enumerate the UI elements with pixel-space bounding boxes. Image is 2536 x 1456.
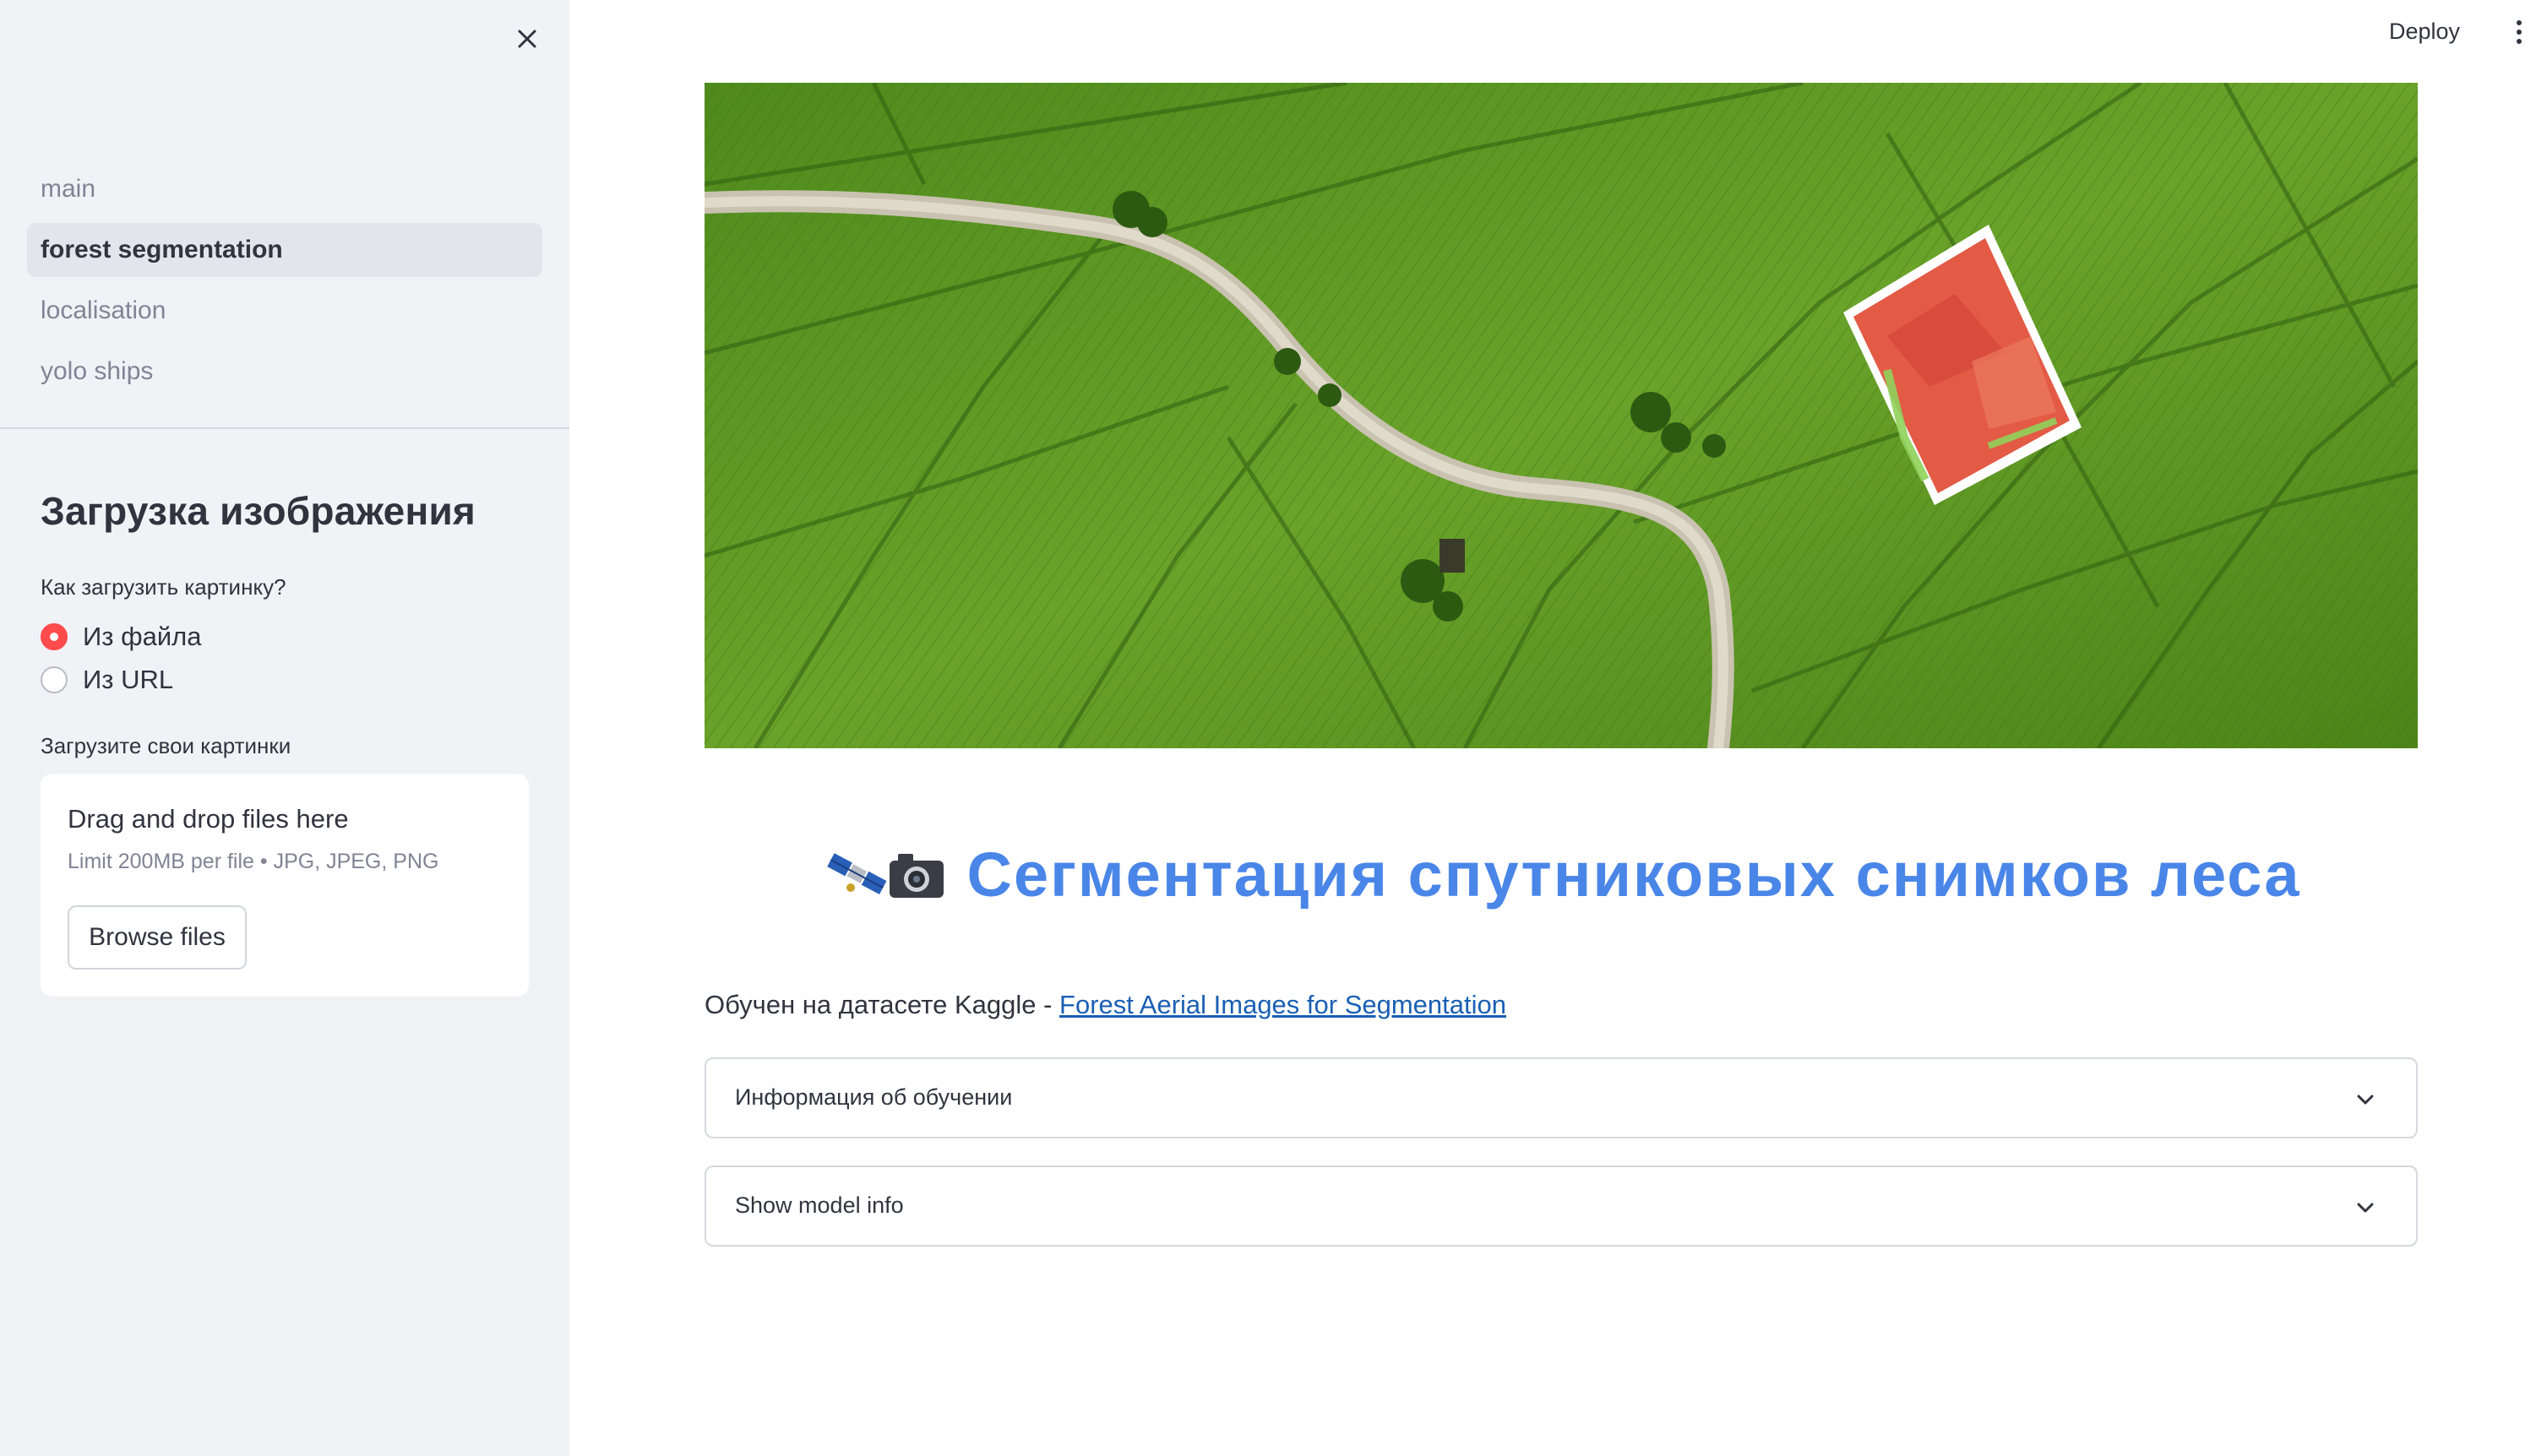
main-menu-icon[interactable] xyxy=(2514,20,2524,51)
radio-from-file[interactable]: Из файла xyxy=(41,620,202,654)
dropzone-title: Drag and drop files here xyxy=(68,804,349,834)
file-dropzone[interactable]: Drag and drop files here Limit 200MB per… xyxy=(41,774,529,997)
training-info-expander[interactable]: Информация об обучении xyxy=(705,1057,2418,1138)
radio-from-url-label: Из URL xyxy=(83,665,174,694)
chevron-down-icon xyxy=(2354,1196,2377,1220)
radio-from-url[interactable]: Из URL xyxy=(41,663,173,697)
model-info-label: Show model info xyxy=(735,1193,904,1218)
radio-from-file-label: Из файла xyxy=(83,622,202,651)
sidebar-heading: Загрузка изображения xyxy=(41,489,476,533)
nav-item-yolo-ships[interactable]: yolo ships xyxy=(27,345,542,399)
nav-item-main[interactable]: main xyxy=(27,162,542,216)
dataset-link[interactable]: Forest Aerial Images for Segmentation xyxy=(1059,990,1506,1019)
satellite-camera-icon xyxy=(822,840,949,908)
deploy-button[interactable]: Deploy xyxy=(2389,19,2460,45)
dropzone-limits: Limit 200MB per file • JPG, JPEG, PNG xyxy=(68,850,439,873)
page-title-text: Сегментация спутниковых снимков леса xyxy=(966,839,2301,910)
close-sidebar-icon[interactable] xyxy=(510,22,544,56)
model-info-expander[interactable]: Show model info xyxy=(705,1165,2418,1247)
chevron-down-icon xyxy=(2354,1088,2377,1111)
sidebar-divider xyxy=(0,427,569,429)
radio-selected-icon[interactable] xyxy=(41,623,68,650)
nav-item-forest-segmentation[interactable]: forest segmentation xyxy=(27,223,542,277)
dataset-info: Обучен на датасете Kaggle - Forest Aeria… xyxy=(705,990,1506,1020)
radio-unselected-icon[interactable] xyxy=(41,666,68,693)
sidebar: main forest segmentation localisation yo… xyxy=(0,0,569,1456)
uploader-label: Загрузите свои картинки xyxy=(41,733,291,758)
nav-item-localisation[interactable]: localisation xyxy=(27,284,542,338)
dataset-prefix: Обучен на датасете Kaggle - xyxy=(705,990,1060,1019)
training-info-label: Информация об обучении xyxy=(735,1084,1013,1110)
browse-files-button[interactable]: Browse files xyxy=(68,905,247,970)
upload-method-label: Как загрузить картинку? xyxy=(41,574,286,600)
page-title: Сегментация спутниковых снимков леса xyxy=(705,836,2418,912)
hero-aerial-image xyxy=(705,83,2418,748)
sidebar-nav: main forest segmentation localisation yo… xyxy=(27,162,542,405)
